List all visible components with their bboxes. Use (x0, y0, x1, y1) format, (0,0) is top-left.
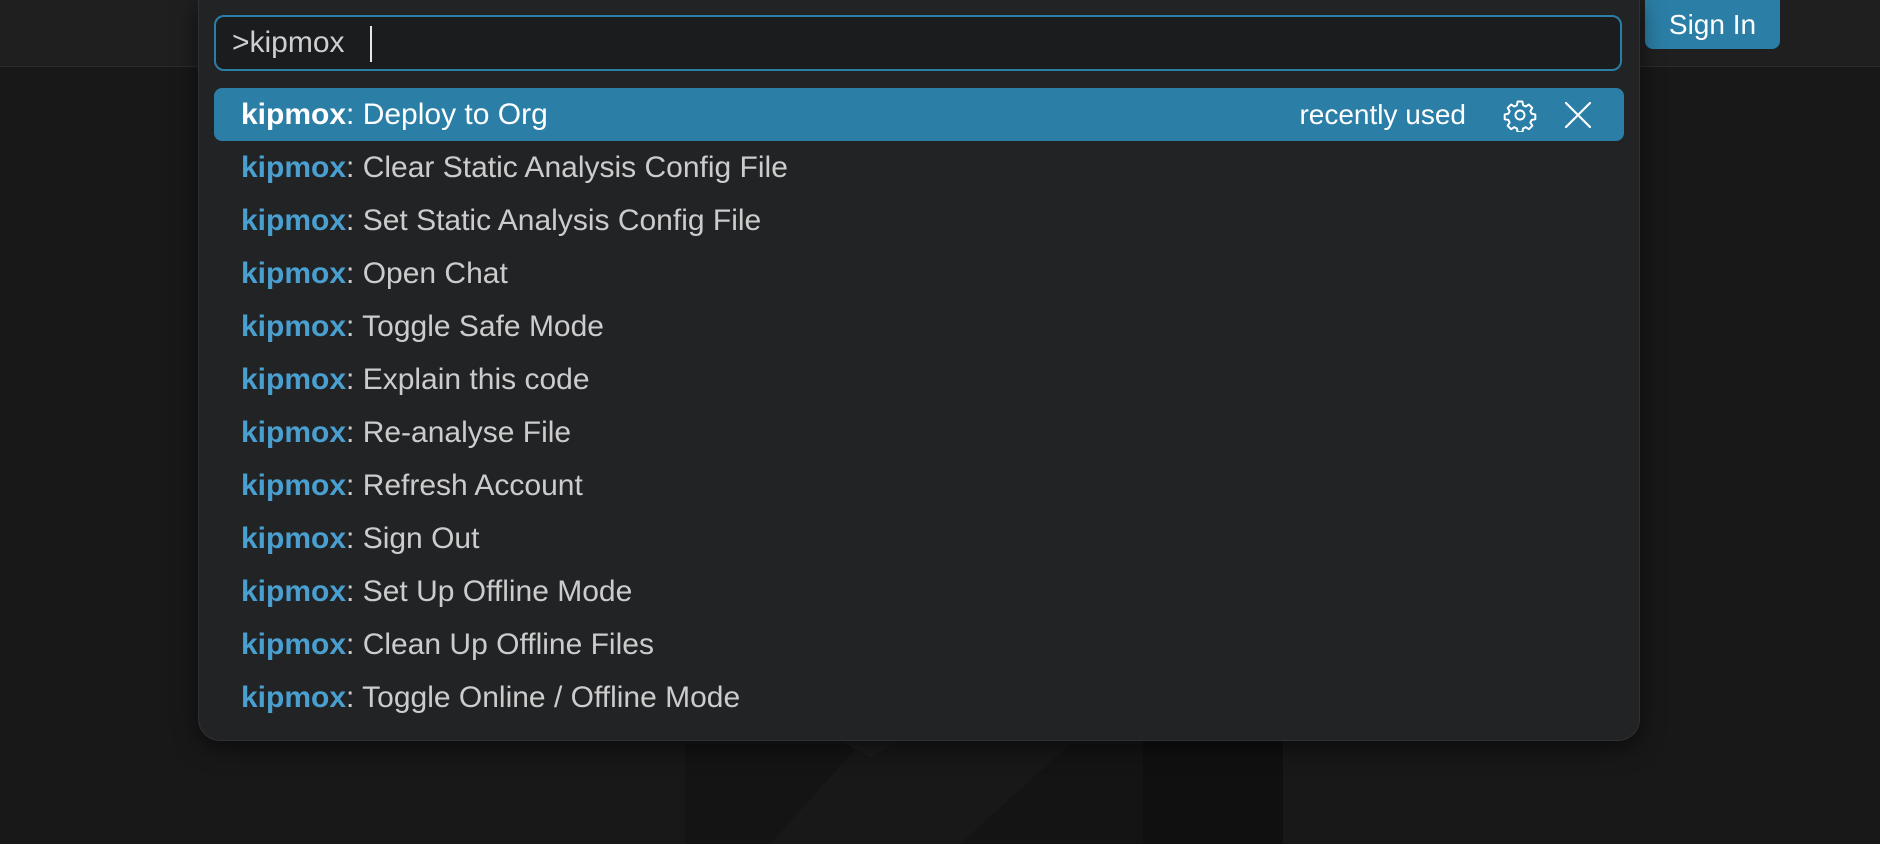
command-category-label: kipmox (241, 574, 347, 608)
command-label: : Deploy to Org (346, 97, 548, 131)
command-result-item[interactable]: kipmox: Refresh Account (214, 459, 1624, 512)
command-result-item[interactable]: kipmox: Clear Static Analysis Config Fil… (214, 141, 1624, 194)
recently-used-label: recently used (1299, 98, 1466, 130)
command-category-label: kipmox (241, 627, 347, 661)
command-label: : Refresh Account (346, 468, 583, 502)
command-label: : Re-analyse File (346, 415, 572, 449)
gear-icon[interactable] (1500, 95, 1540, 135)
command-result-item[interactable]: kipmox: Re-analyse File (214, 406, 1624, 459)
command-label: : Set Static Analysis Config File (346, 203, 762, 237)
command-category-label: kipmox (241, 468, 347, 502)
command-result-item[interactable]: kipmox: Clean Up Offline Files (214, 618, 1624, 671)
command-category-label: kipmox (241, 203, 347, 237)
command-label: : Clear Static Analysis Config File (346, 150, 788, 184)
command-category-label: kipmox (241, 256, 347, 290)
command-palette-input-box[interactable] (214, 15, 1622, 71)
command-label: : Toggle Online / Offline Mode (346, 680, 741, 714)
command-result-item[interactable]: kipmox: Toggle Online / Offline Mode (214, 671, 1624, 724)
command-result-item[interactable]: kipmox: Set Static Analysis Config File (214, 194, 1624, 247)
command-category-label: kipmox (241, 362, 347, 396)
text-caret (370, 26, 372, 62)
command-category-label: kipmox (241, 97, 347, 131)
command-label: : Set Up Offline Mode (346, 574, 633, 608)
command-category-label: kipmox (241, 150, 347, 184)
command-result-item[interactable]: kipmox: Set Up Offline Mode (214, 565, 1624, 618)
selected-item-actions: recently used (1299, 88, 1598, 141)
command-label: : Sign Out (346, 521, 480, 555)
command-result-item[interactable]: kipmox: Open Chat (214, 247, 1624, 300)
close-icon[interactable] (1558, 95, 1598, 135)
command-label: : Clean Up Offline Files (346, 627, 654, 661)
command-category-label: kipmox (241, 309, 347, 343)
command-category-label: kipmox (241, 415, 347, 449)
command-result-item[interactable]: kipmox: Explain this code (214, 353, 1624, 406)
command-results-list: kipmox: Deploy to Org recently used kipmox… (214, 88, 1624, 724)
command-label: : Explain this code (346, 362, 590, 396)
command-palette-input[interactable] (216, 16, 1620, 70)
command-result-item[interactable]: kipmox: Toggle Safe Mode (214, 300, 1624, 353)
command-label: : Open Chat (346, 256, 508, 290)
command-category-label: kipmox (241, 521, 347, 555)
sign-in-button[interactable]: Sign In (1645, 0, 1780, 49)
command-palette: kipmox: Deploy to Orgrecently usedkipmox… (198, 0, 1640, 741)
command-result-item[interactable]: kipmox: Deploy to Org recently used (214, 88, 1624, 141)
command-category-label: kipmox (241, 680, 347, 714)
command-result-item[interactable]: kipmox: Sign Out (214, 512, 1624, 565)
command-label: : Toggle Safe Mode (346, 309, 604, 343)
